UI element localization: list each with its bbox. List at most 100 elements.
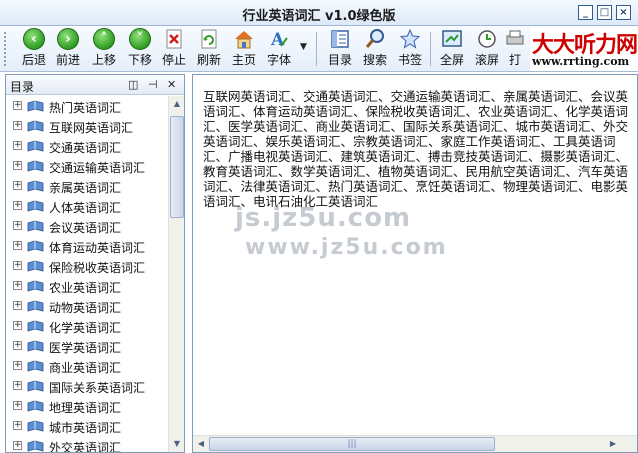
tree-item[interactable]: + 地理英语词汇 [6,396,169,416]
bookmark-icon [399,28,421,49]
tree-item[interactable]: + 动物英语词汇 [6,296,169,316]
tree-item[interactable]: + 互联网英语词汇 [6,116,169,136]
tree-item[interactable]: + 体育运动英语词汇 [6,236,169,256]
book-icon [27,300,44,312]
tree-item[interactable]: + 医学英语词汇 [6,336,169,356]
tree-item[interactable]: + 亲属英语词汇 [6,176,169,196]
expand-icon[interactable]: + [13,301,22,310]
home-button[interactable]: 主页 [226,28,262,70]
tree-item[interactable]: + 会议英语词汇 [6,216,169,236]
tree-item-label: 热门英语词汇 [49,101,122,115]
scrollbar-thumb[interactable] [170,116,184,218]
book-icon [27,260,44,272]
book-icon [27,220,44,232]
book-icon [27,120,44,132]
stop-button[interactable]: 停止 [156,28,192,70]
expand-icon[interactable]: + [13,241,22,250]
content-panel: 互联网英语词汇、交通英语词汇、交通运输英语词汇、亲属英语词汇、会议英语词汇、体育… [192,74,638,453]
tree-item-label: 交通英语词汇 [49,141,122,155]
scrollbar-thumb[interactable]: ||| [209,437,495,451]
scroll-down-arrow-icon[interactable]: ▼ [170,436,184,452]
print-button[interactable]: 打 [504,28,526,70]
font-icon: A [270,30,288,50]
expand-icon[interactable]: + [13,401,22,410]
move-up-label: 上移 [91,53,116,67]
tree-item-label: 互联网英语词汇 [49,121,134,135]
tree-item[interactable]: + 外交英语词汇 [6,436,169,452]
panel-title: 目录 [10,80,35,94]
watermark-text: js.jz5u.com [235,203,412,233]
expand-icon[interactable]: + [13,121,22,130]
scroll-left-arrow-icon[interactable]: ◀ [193,436,209,452]
tree-item[interactable]: + 城市英语词汇 [6,416,169,436]
refresh-button[interactable]: 刷新 [191,28,227,70]
tree-item-label: 人体英语词汇 [49,201,122,215]
expand-icon[interactable]: + [13,141,22,150]
panel-float-icon[interactable]: ◫ [128,78,138,91]
autoscroll-icon [478,30,496,48]
home-icon [235,31,253,49]
tree-item[interactable]: + 国际关系英语词汇 [6,376,169,396]
expand-icon[interactable]: + [13,421,22,430]
contents-label: 目录 [327,53,352,67]
bookmark-button[interactable]: 书签 [392,28,428,70]
expand-icon[interactable]: + [13,341,22,350]
expand-icon[interactable]: + [13,261,22,270]
expand-icon[interactable]: + [13,281,22,290]
tree-item[interactable]: + 化学英语词汇 [6,316,169,336]
expand-icon[interactable]: + [13,101,22,110]
tree-item-label: 医学英语词汇 [49,341,122,355]
svg-text:A: A [270,30,285,50]
fullscreen-button[interactable]: 全屏 [434,28,470,70]
tree-item[interactable]: + 商业英语词汇 [6,356,169,376]
move-down-button[interactable]: ˅ 下移 [122,28,158,70]
toolbar-grip[interactable] [4,32,8,66]
font-dropdown-arrow-icon[interactable]: ▼ [300,42,307,52]
expand-icon[interactable]: + [13,181,22,190]
search-label: 搜索 [362,53,387,67]
refresh-label: 刷新 [196,53,221,67]
search-button[interactable]: 搜索 [357,28,393,70]
contents-button[interactable]: 目录 [322,28,358,70]
tree-item[interactable]: + 交通英语词汇 [6,136,169,156]
expand-icon[interactable]: + [13,361,22,370]
move-up-button[interactable]: ˄ 上移 [86,28,122,70]
font-button[interactable]: A 字体 [261,28,297,70]
tree-item[interactable]: + 人体英语词汇 [6,196,169,216]
maximize-button[interactable]: □ [597,5,612,20]
expand-icon[interactable]: + [13,161,22,170]
minimize-button[interactable]: _ [578,5,593,20]
book-icon [27,140,44,152]
tree-item[interactable]: + 交通运输英语词汇 [6,156,169,176]
tree-item-label: 会议英语词汇 [49,221,122,235]
panel-close-icon[interactable]: ✕ [167,78,176,91]
close-button[interactable]: × [616,5,631,20]
expand-icon[interactable]: + [13,201,22,210]
book-icon [27,380,44,392]
scroll-right-arrow-icon[interactable]: ▶ [605,436,621,452]
tree-vertical-scrollbar[interactable]: ▲ ▼ [168,96,184,452]
book-icon [27,400,44,412]
search-icon [365,29,384,48]
tree-item[interactable]: + 农业英语词汇 [6,276,169,296]
tree-item-label: 城市英语词汇 [49,421,122,435]
panel-pin-icon[interactable]: ⊣ [148,78,158,91]
tree-item[interactable]: + 热门英语词汇 [6,96,169,116]
back-button[interactable]: ‹ 后退 [16,28,52,70]
autoscroll-button[interactable]: 滚屏 [469,28,505,70]
scroll-up-arrow-icon[interactable]: ▲ [170,96,184,112]
expand-icon[interactable]: + [13,381,22,390]
content-horizontal-scrollbar[interactable]: ◀ ||| ▶ [193,435,637,452]
stop-icon [166,29,182,49]
tree-item-label: 地理英语词汇 [49,401,122,415]
expand-icon[interactable]: + [13,321,22,330]
toolbar-separator [316,32,317,66]
window-title: 行业英语词汇 v1.0绿色版 [242,9,396,24]
tree-item-label: 商业英语词汇 [49,361,122,375]
tree-item[interactable]: + 保险税收英语词汇 [6,256,169,276]
forward-arrow-icon: › [57,28,79,50]
expand-icon[interactable]: + [13,221,22,230]
expand-icon[interactable]: + [13,441,22,450]
tree-item-label: 交通运输英语词汇 [49,161,146,175]
forward-button[interactable]: › 前进 [50,28,86,70]
